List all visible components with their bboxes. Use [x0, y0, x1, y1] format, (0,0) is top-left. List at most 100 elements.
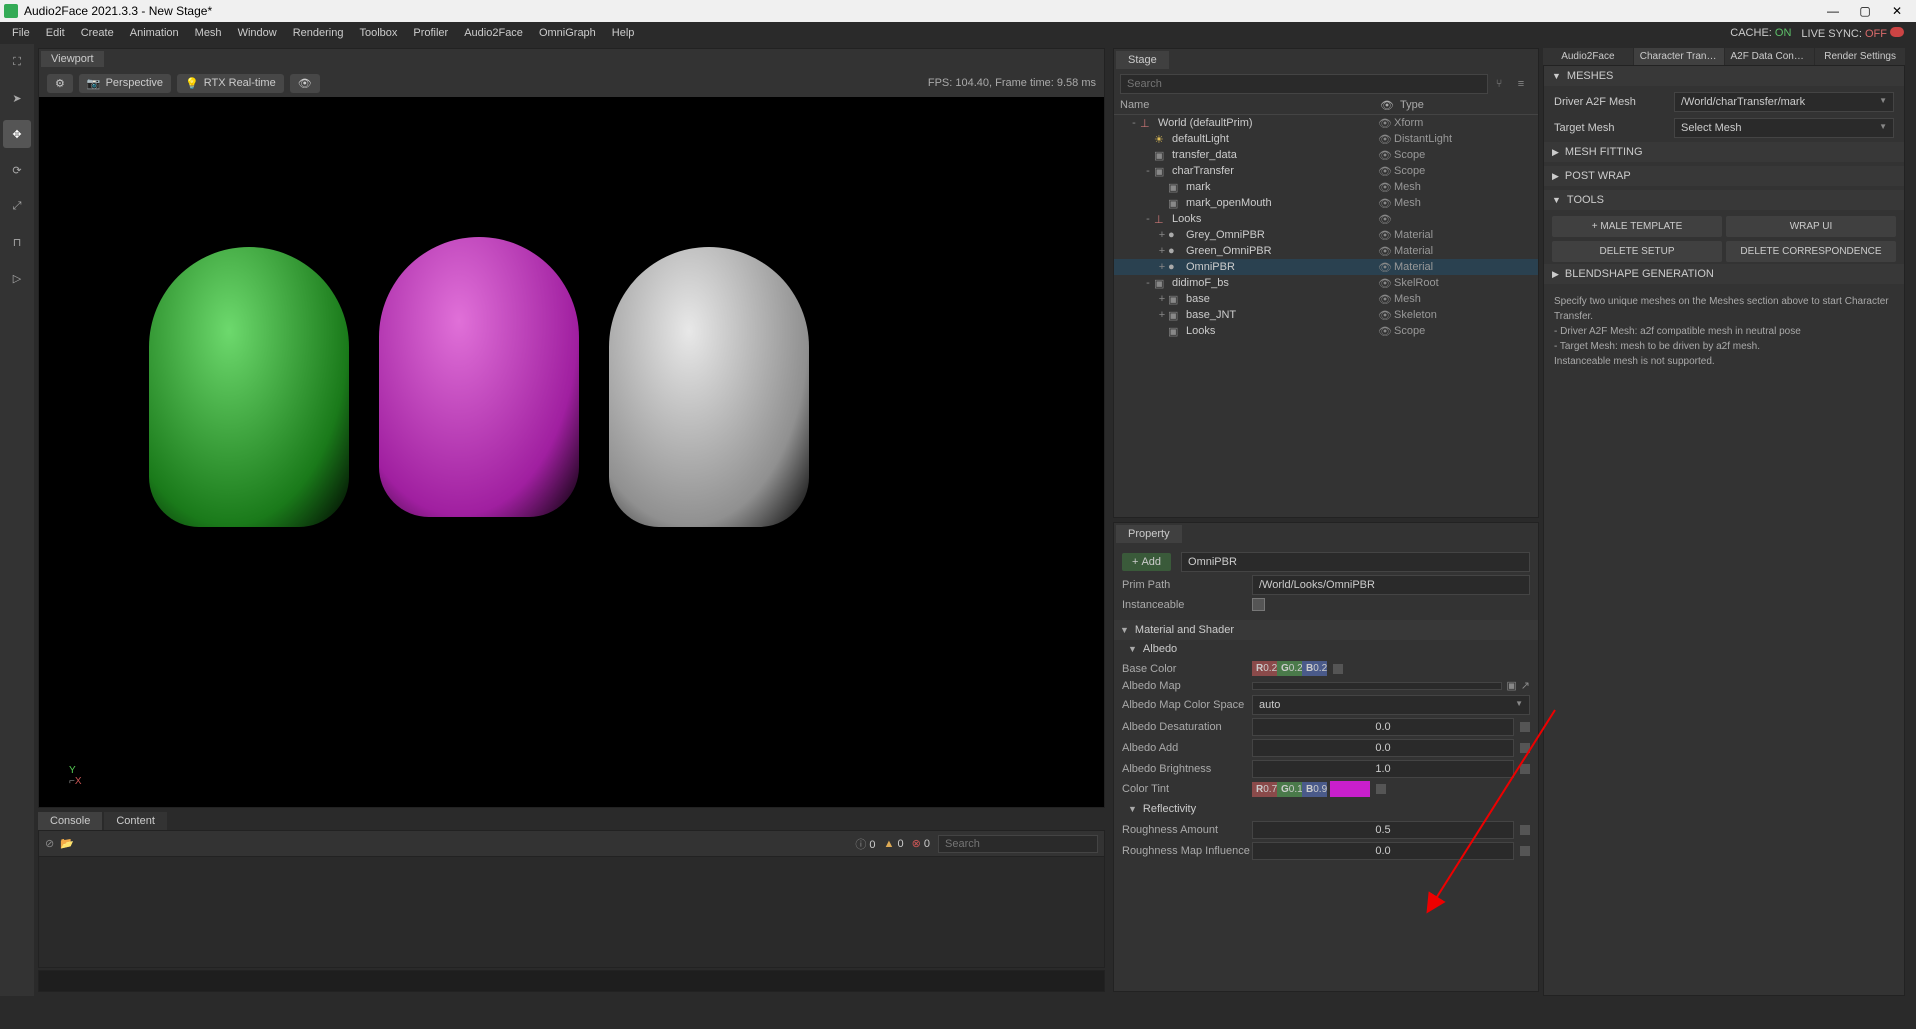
menu-animation[interactable]: Animation: [122, 25, 187, 41]
color-tint-swatch[interactable]: [1330, 781, 1370, 797]
delete-correspondence-button[interactable]: DELETE CORRESPONDENCE: [1726, 241, 1896, 262]
mesh-magenta-head[interactable]: [379, 237, 579, 517]
section-albedo[interactable]: Albedo: [1122, 640, 1530, 658]
reset-icon[interactable]: [1520, 722, 1530, 732]
menu-create[interactable]: Create: [73, 25, 122, 41]
roughness-map-inf-slider[interactable]: 0.0: [1252, 842, 1514, 860]
mesh-grey-head[interactable]: [609, 247, 809, 527]
tree-row[interactable]: -Looks👁: [1114, 211, 1538, 227]
camera-selector[interactable]: 📷Perspective: [79, 74, 171, 93]
console-search[interactable]: [938, 835, 1098, 853]
folder-icon[interactable]: ▣: [1506, 679, 1516, 692]
section-blendshape-gen[interactable]: BLENDSHAPE GENERATION: [1544, 264, 1904, 284]
albedo-add-slider[interactable]: 0.0: [1252, 739, 1514, 757]
albedo-bright-slider[interactable]: 1.0: [1252, 760, 1514, 778]
tool-snap[interactable]: ⊓: [3, 228, 31, 256]
stage-search[interactable]: [1120, 74, 1488, 94]
close-button[interactable]: ✕: [1882, 1, 1912, 21]
tree-row[interactable]: +OmniPBR👁Material: [1114, 259, 1538, 275]
menu-toolbox[interactable]: Toolbox: [351, 25, 405, 41]
tree-row[interactable]: transfer_data👁Scope: [1114, 147, 1538, 163]
base-color-field[interactable]: R0.2 G0.2 B0.2: [1252, 661, 1327, 676]
menu-rendering[interactable]: Rendering: [285, 25, 352, 41]
reset-icon[interactable]: [1520, 846, 1530, 856]
console-input[interactable]: [38, 970, 1105, 992]
reset-icon[interactable]: [1520, 764, 1530, 774]
delete-setup-button[interactable]: DELETE SETUP: [1552, 241, 1722, 262]
menu-profiler[interactable]: Profiler: [405, 25, 456, 41]
options-icon[interactable]: ≡: [1510, 74, 1532, 94]
console-clear-icon[interactable]: ⊘: [45, 837, 54, 850]
tree-row[interactable]: Looks👁Scope: [1114, 323, 1538, 339]
albedo-add-label: Albedo Add: [1122, 742, 1252, 754]
reset-icon[interactable]: [1520, 825, 1530, 835]
prim-name-input[interactable]: [1181, 552, 1530, 572]
tree-row[interactable]: mark👁Mesh: [1114, 179, 1538, 195]
tab-content[interactable]: Content: [104, 812, 167, 830]
cloud-icon[interactable]: [1890, 27, 1904, 37]
menu-audio2face[interactable]: Audio2Face: [456, 25, 531, 41]
add-button[interactable]: +Add: [1122, 553, 1171, 571]
menu-file[interactable]: File: [4, 25, 38, 41]
export-icon[interactable]: ↗: [1521, 679, 1530, 692]
male-template-button[interactable]: + MALE TEMPLATE: [1552, 216, 1722, 237]
menu-mesh[interactable]: Mesh: [187, 25, 230, 41]
reset-icon[interactable]: [1333, 664, 1343, 674]
menu-help[interactable]: Help: [604, 25, 643, 41]
viewport-3d[interactable]: Y ⌐X: [39, 97, 1104, 807]
color-tint-field[interactable]: R0.7 G0.1 B0.9: [1252, 782, 1327, 797]
viewport-tab[interactable]: Viewport: [41, 51, 104, 67]
filter-icon[interactable]: ⑂: [1488, 74, 1510, 94]
info-count: 0: [869, 839, 875, 851]
mesh-green-head[interactable]: [149, 247, 349, 527]
tree-row[interactable]: -didimoF_bs👁SkelRoot: [1114, 275, 1538, 291]
tree-row[interactable]: +base👁Mesh: [1114, 291, 1538, 307]
tool-rotate[interactable]: ⟳: [3, 156, 31, 184]
menu-omnigraph[interactable]: OmniGraph: [531, 25, 604, 41]
maximize-button[interactable]: ▢: [1850, 1, 1880, 21]
roughness-amount-slider[interactable]: 0.5: [1252, 821, 1514, 839]
section-mesh-fitting[interactable]: MESH FITTING: [1544, 142, 1904, 162]
menu-edit[interactable]: Edit: [38, 25, 73, 41]
tab-property[interactable]: Property: [1116, 525, 1182, 543]
section-reflectivity[interactable]: Reflectivity: [1122, 800, 1530, 818]
visibility-toggle[interactable]: 👁: [290, 74, 320, 93]
reset-icon[interactable]: [1520, 743, 1530, 753]
primpath-input[interactable]: [1252, 575, 1530, 595]
render-mode-selector[interactable]: 💡RTX Real-time: [177, 74, 284, 93]
driver-mesh-select[interactable]: /World/charTransfer/mark: [1674, 92, 1894, 112]
section-material-shader[interactable]: Material and Shader: [1114, 620, 1538, 640]
tree-row[interactable]: mark_openMouth👁Mesh: [1114, 195, 1538, 211]
tool-scale[interactable]: ⤢: [3, 192, 31, 220]
menu-window[interactable]: Window: [230, 25, 285, 41]
tab-a2f-data-conversion[interactable]: A2F Data Conver...: [1725, 48, 1815, 65]
viewport-settings-icon[interactable]: ⚙: [47, 74, 73, 93]
tree-row[interactable]: +Grey_OmniPBR👁Material: [1114, 227, 1538, 243]
tab-render-settings[interactable]: Render Settings: [1815, 48, 1905, 65]
instanceable-checkbox[interactable]: [1252, 598, 1265, 611]
tab-stage[interactable]: Stage: [1116, 51, 1169, 69]
section-post-wrap[interactable]: POST WRAP: [1544, 166, 1904, 186]
section-meshes[interactable]: MESHES: [1544, 66, 1904, 86]
albedo-desat-slider[interactable]: 0.0: [1252, 718, 1514, 736]
tool-move[interactable]: ✥: [3, 120, 31, 148]
tab-audio2face[interactable]: Audio2Face: [1543, 48, 1633, 65]
console-open-icon[interactable]: 📂: [60, 837, 74, 850]
tool-play[interactable]: ▷: [3, 264, 31, 292]
tool-frame-selection[interactable]: ⛶: [3, 48, 31, 76]
tab-character-transfer[interactable]: Character Transf...: [1634, 48, 1724, 65]
tree-row[interactable]: defaultLight👁DistantLight: [1114, 131, 1538, 147]
albedo-map-field[interactable]: [1252, 682, 1502, 690]
tree-row[interactable]: -World (defaultPrim)👁Xform: [1114, 115, 1538, 131]
tree-row[interactable]: +base_JNT👁Skeleton: [1114, 307, 1538, 323]
tree-row[interactable]: -charTransfer👁Scope: [1114, 163, 1538, 179]
albedo-colorspace-select[interactable]: auto: [1252, 695, 1530, 715]
tree-row[interactable]: +Green_OmniPBR👁Material: [1114, 243, 1538, 259]
wrap-ui-button[interactable]: WRAP UI: [1726, 216, 1896, 237]
tab-console[interactable]: Console: [38, 812, 102, 830]
tool-select[interactable]: ➤: [3, 84, 31, 112]
minimize-button[interactable]: —: [1818, 1, 1848, 21]
section-tools[interactable]: TOOLS: [1544, 190, 1904, 210]
target-mesh-select[interactable]: Select Mesh: [1674, 118, 1894, 138]
reset-icon[interactable]: [1376, 784, 1386, 794]
